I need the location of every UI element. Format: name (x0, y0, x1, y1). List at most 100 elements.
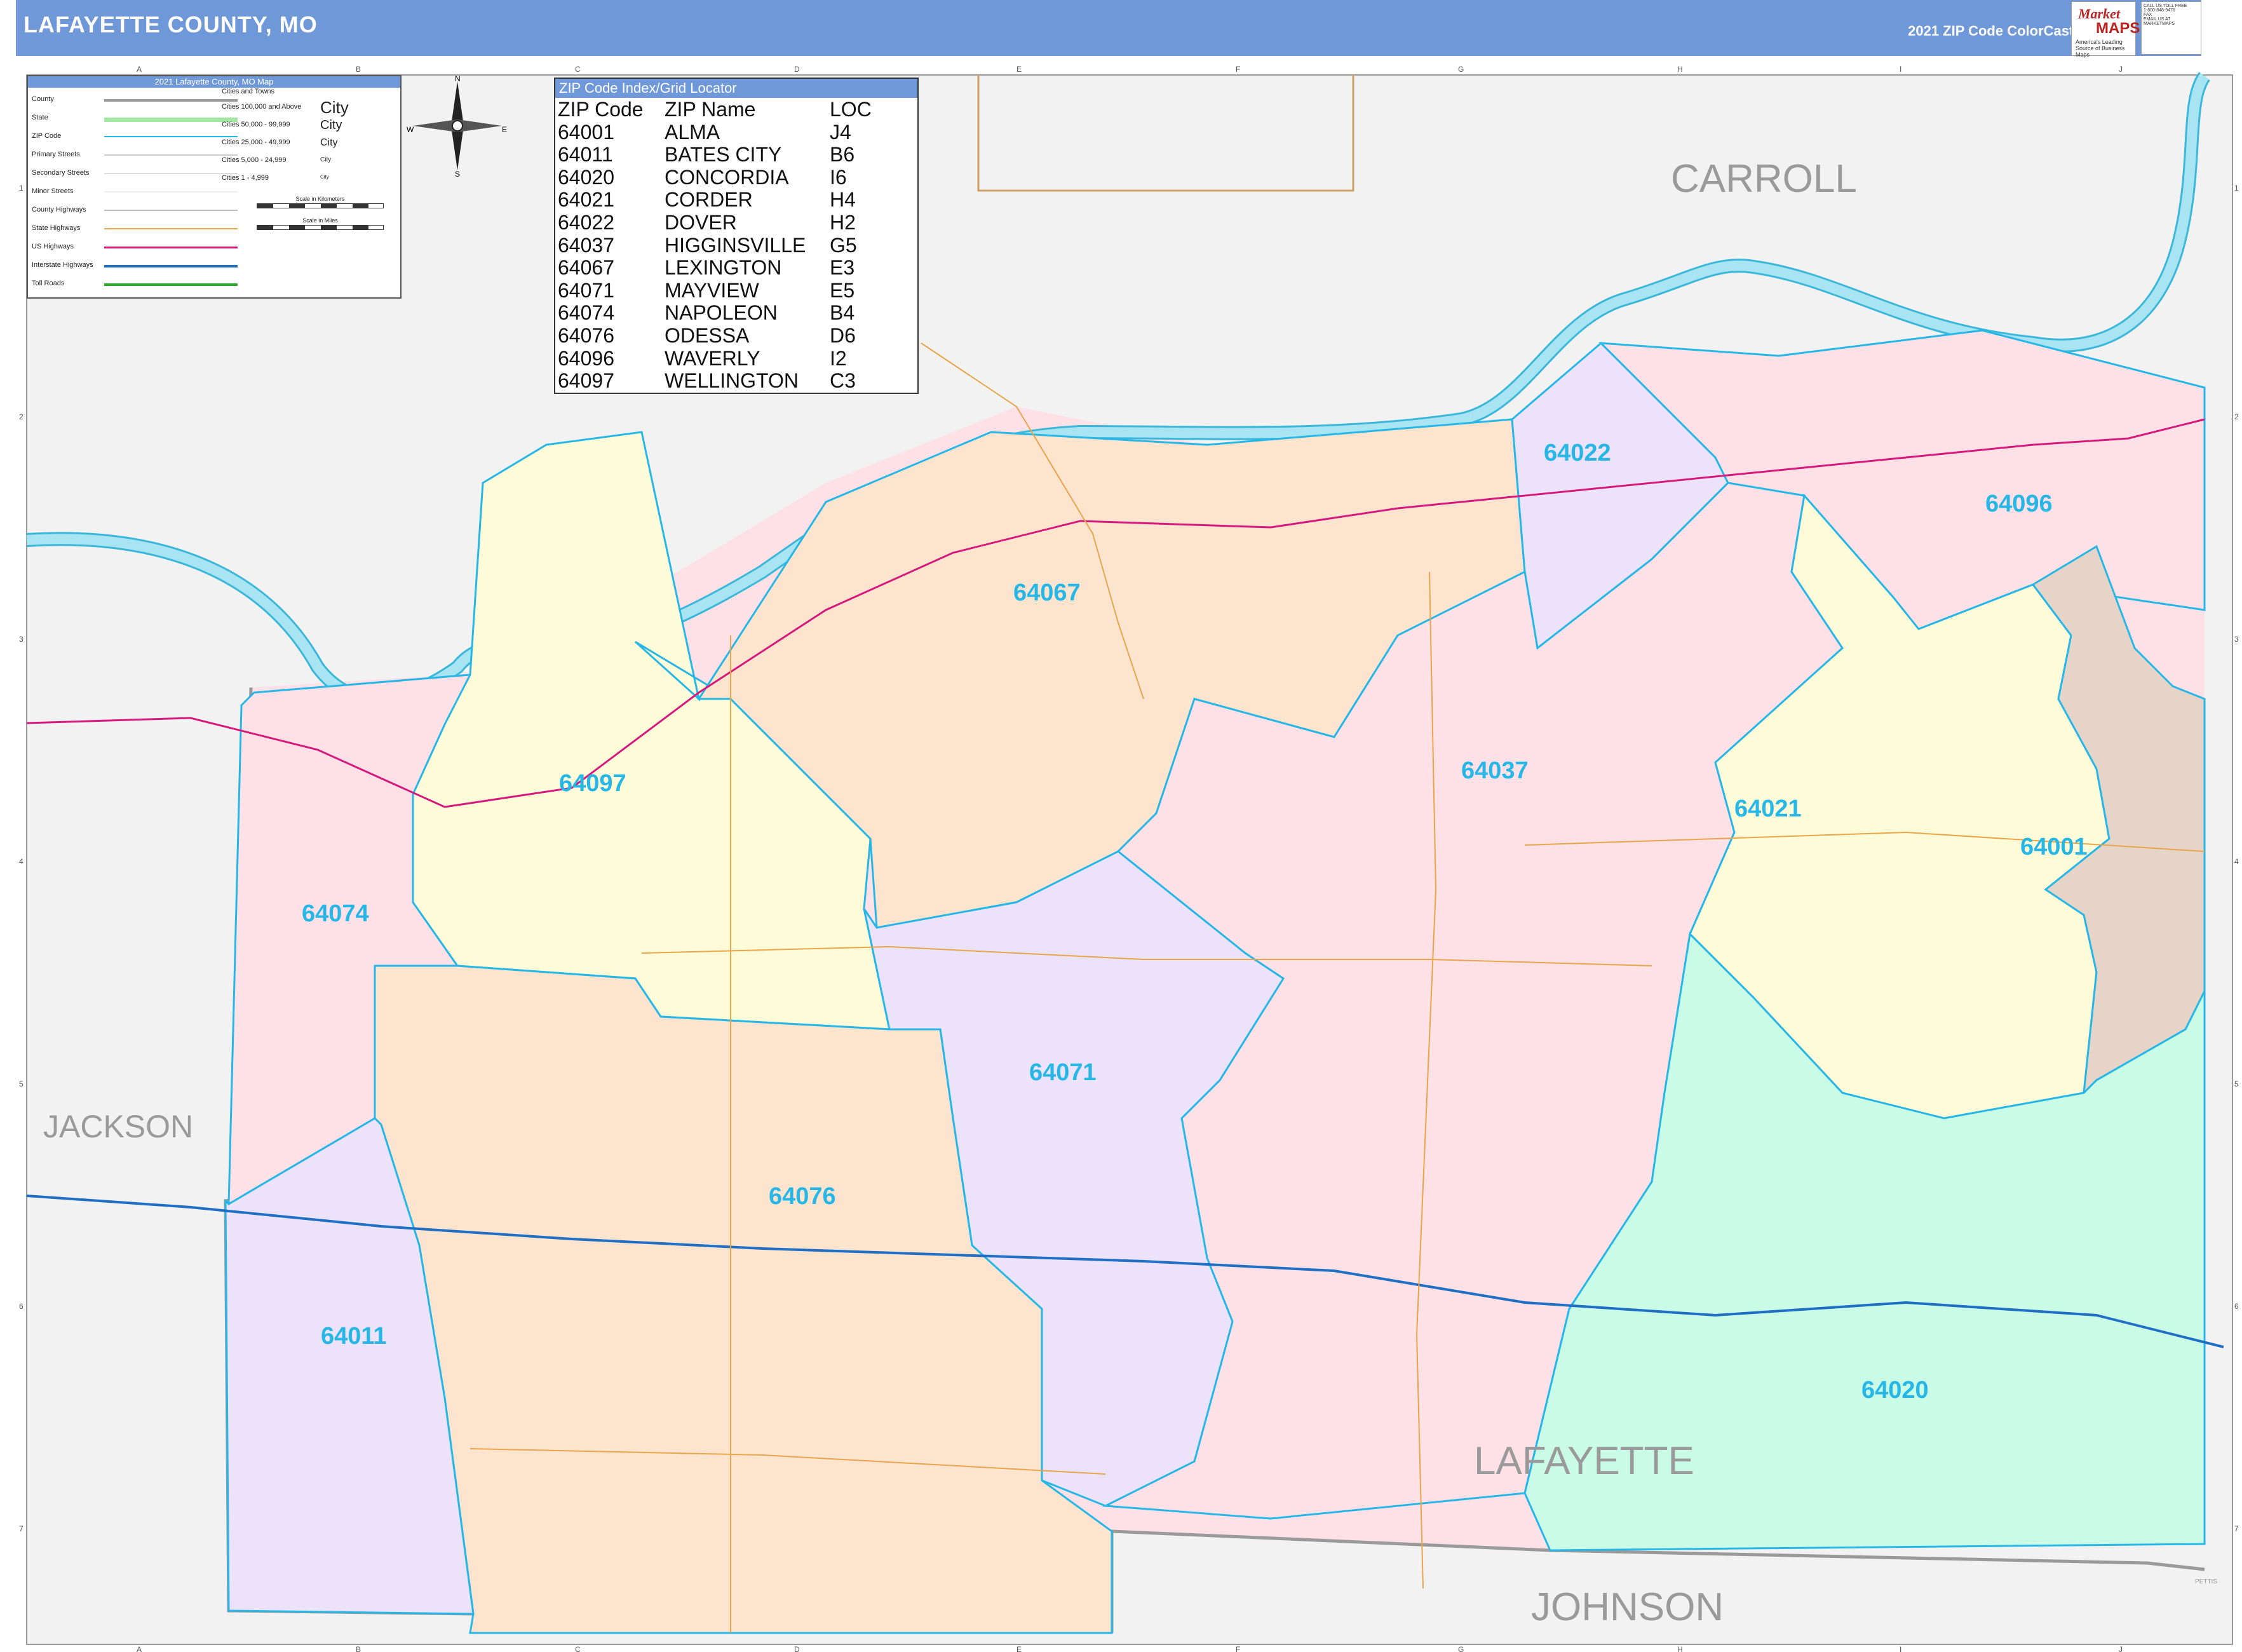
zip-label-64037: 64037 (1461, 757, 1529, 784)
city-tier-label: Cities 50,000 - 99,999 (222, 121, 290, 128)
legend-row-minor: Minor Streets (32, 187, 73, 195)
legend-swatch-us-hwy (104, 247, 238, 248)
zip-label-64011: 64011 (321, 1323, 387, 1350)
city-row: Cities 25,000 - 49,999 City (222, 137, 338, 148)
compass-n: N (455, 75, 461, 83)
legend-row-county: County (32, 95, 54, 103)
grid-col-label: A (137, 65, 142, 74)
grid-row-label: 1 (19, 184, 24, 193)
county-label-lafayette: LAFAYETTE (1474, 1439, 1694, 1483)
grid-col-label: E (1016, 65, 1022, 74)
legend-label: Toll Roads (32, 280, 65, 287)
county-label-carroll: CARROLL (1671, 157, 1857, 201)
legend-label: State Highways (32, 224, 81, 232)
grid-row-label: 1 (2234, 184, 2239, 193)
zip-name-cell: WAVERLY (665, 346, 760, 370)
zip-code-cell: 64021 (558, 188, 614, 212)
legend-swatch-county-hwy (104, 210, 238, 211)
zip-loc-cell: I2 (830, 346, 847, 370)
zip-name-cell: BATES CITY (665, 143, 782, 166)
zip-index-row: 64096 WAVERLY I2 (555, 347, 917, 370)
zip-loc-cell: J4 (830, 120, 851, 144)
legend-swatch-state-hwy (104, 228, 238, 229)
compass-rose: N S E W (407, 75, 507, 177)
grid-col-label: C (575, 1645, 581, 1652)
legend-label: State (32, 114, 48, 121)
city-sample: City (320, 174, 329, 180)
zip-code-cell: 64071 (558, 278, 614, 302)
zip-code-cell: 64096 (558, 346, 614, 370)
legend-row-interstate: Interstate Highways (32, 261, 93, 269)
grid-rows-right: 1 2 3 4 5 6 7 (2234, 184, 2239, 1533)
city-tier-label: Cities 25,000 - 49,999 (222, 139, 290, 146)
grid-col-label: G (1458, 1645, 1464, 1652)
zip-name-cell: MAYVIEW (665, 278, 759, 302)
legend-label: Secondary Streets (32, 169, 90, 177)
legend-swatch-county (104, 99, 238, 102)
grid-columns-top: A B C D E F G H I J (137, 65, 2123, 74)
scale-km-label: Scale in Kilometers (295, 196, 345, 202)
zip-code-cell: 64067 (558, 256, 614, 280)
city-sample: City (320, 98, 349, 117)
zip-label-64067: 64067 (1013, 579, 1081, 606)
compass-s: S (455, 170, 460, 177)
zip-label-64020: 64020 (1861, 1377, 1929, 1404)
zip-name-cell: HIGGINSVILLE (665, 233, 806, 257)
grid-col-label: G (1458, 65, 1464, 74)
zip-index-header-row: ZIP Code ZIP Name LOC (555, 98, 917, 121)
legend-swatch-state (104, 118, 238, 122)
grid-col-label: D (794, 65, 800, 74)
zip-loc-cell: E5 (830, 278, 855, 302)
scale-bar-mi (257, 225, 384, 230)
legend-label: US Highways (32, 243, 74, 250)
legend-row-toll: Toll Roads (32, 280, 64, 287)
legend-swatch-interstate (104, 265, 238, 267)
city-sample: City (320, 156, 332, 163)
zip-label-64096: 64096 (1985, 491, 2053, 517)
city-tier-label: Cities 100,000 and Above (222, 103, 302, 111)
city-tier-label: Cities 1 - 4,999 (222, 174, 269, 182)
zip-code-cell: 64037 (558, 233, 614, 257)
grid-row-label: 7 (2234, 1524, 2239, 1533)
zip-index-row: 64067 LEXINGTON E3 (555, 256, 917, 279)
scale-miles: Scale in Miles (257, 217, 384, 230)
legend-swatch-zip (104, 136, 238, 137)
zip-loc-cell: H2 (830, 210, 856, 234)
compass-e: E (502, 125, 507, 134)
zip-loc-cell: B6 (830, 143, 855, 166)
city-sample: City (320, 118, 342, 132)
zip-index-title: ZIP Code Index/Grid Locator (555, 79, 917, 98)
legend-label: Interstate Highways (32, 261, 93, 269)
city-row: Cities 100,000 and Above City (222, 98, 349, 117)
grid-row-label: 6 (19, 1302, 24, 1311)
zip-name-cell: WELLINGTON (665, 369, 799, 393)
grid-row-label: 5 (19, 1080, 24, 1088)
grid-row-label: 4 (19, 857, 24, 866)
grid-col-label: D (794, 1645, 800, 1652)
zip-label-64097: 64097 (559, 770, 626, 797)
zip-index-row: 64022 DOVER H2 (555, 211, 917, 234)
legend-row-primary: Primary Streets (32, 151, 80, 158)
zip-name-cell: CONCORDIA (665, 165, 789, 189)
zip-index-row: 64074 NAPOLEON B4 (555, 301, 917, 324)
county-label-pettis: PETTIS (2195, 1578, 2217, 1585)
grid-col-label: H (1677, 1645, 1683, 1652)
scale-bar-km (257, 203, 384, 208)
zip-label-64021: 64021 (1734, 796, 1802, 822)
legend-swatch-primary (104, 154, 238, 156)
legend-swatch-minor (104, 191, 238, 193)
legend-label: ZIP Code (32, 132, 62, 140)
zip-index-row: 64021 CORDER H4 (555, 188, 917, 211)
zip-loc-cell: D6 (830, 323, 856, 347)
zip-code-cell: 64001 (558, 120, 614, 144)
compass-center (452, 120, 463, 132)
zip-loc-cell: C3 (830, 369, 856, 393)
legend-row-county-hwy: County Highways (32, 206, 86, 213)
grid-row-label: 2 (19, 412, 24, 421)
grid-col-label: B (356, 65, 361, 74)
legend-row-zip: ZIP Code (32, 132, 61, 140)
compass-w: W (407, 125, 414, 134)
zip-name-cell: NAPOLEON (665, 301, 778, 325)
legend-title: 2021 Lafayette County, MO Map (28, 76, 400, 88)
legend-label: Minor Streets (32, 187, 74, 195)
